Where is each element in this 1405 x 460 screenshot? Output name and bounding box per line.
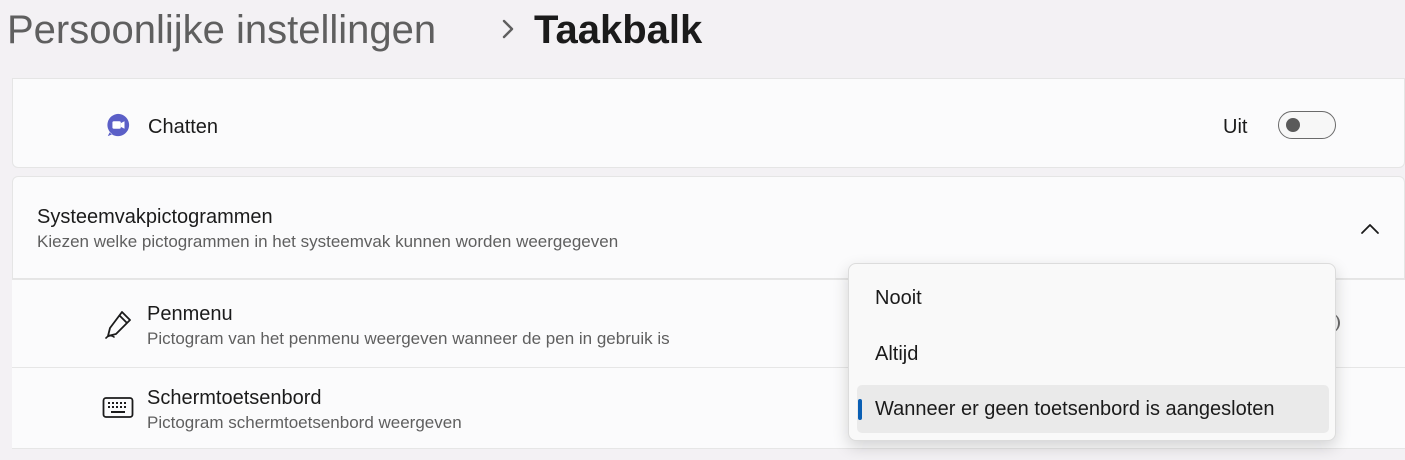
pen-menu-description: Pictogram van het penmenu weergeven wann… bbox=[147, 329, 670, 348]
chat-toggle[interactable] bbox=[1278, 111, 1336, 139]
chevron-right-icon bbox=[502, 19, 514, 39]
chevron-up-icon[interactable] bbox=[1358, 217, 1382, 241]
breadcrumb-parent[interactable]: Persoonlijke instellingen bbox=[7, 6, 436, 54]
option-label: Altijd bbox=[875, 343, 919, 365]
chat-label: Chatten bbox=[148, 116, 219, 138]
visibility-dropdown-menu: Nooit Altijd Wanneer er geen toetsenbord… bbox=[848, 263, 1336, 441]
page-title: Taakbalk bbox=[534, 8, 703, 52]
chat-icon bbox=[107, 113, 130, 137]
option-label: Wanneer er geen toetsenbord is aangeslot… bbox=[875, 398, 1275, 420]
touch-keyboard-description: Pictogram schermtoetsenbord weergeven bbox=[147, 413, 462, 432]
chat-toggle-state: Uit bbox=[1223, 116, 1248, 138]
dropdown-option-always[interactable]: Altijd bbox=[857, 330, 1329, 378]
option-label: Nooit bbox=[875, 287, 922, 309]
touch-keyboard-label: Schermtoetsenbord bbox=[147, 387, 322, 409]
toggle-knob bbox=[1286, 118, 1300, 132]
tray-section-description: Kiezen welke pictogrammen in het systeem… bbox=[37, 232, 619, 251]
dropdown-option-no-keyboard[interactable]: Wanneer er geen toetsenbord is aangeslot… bbox=[857, 385, 1329, 433]
chat-setting-card: Chatten Uit bbox=[12, 78, 1405, 168]
selection-indicator bbox=[858, 399, 862, 420]
pen-menu-label: Penmenu bbox=[147, 303, 233, 325]
keyboard-icon bbox=[102, 397, 134, 418]
tray-section-title: Systeemvakpictogrammen bbox=[37, 206, 273, 228]
page-header: Persoonlijke instellingen Taakbalk bbox=[0, 0, 1405, 76]
dropdown-option-never[interactable]: Nooit bbox=[857, 274, 1329, 322]
pen-icon bbox=[105, 311, 131, 339]
